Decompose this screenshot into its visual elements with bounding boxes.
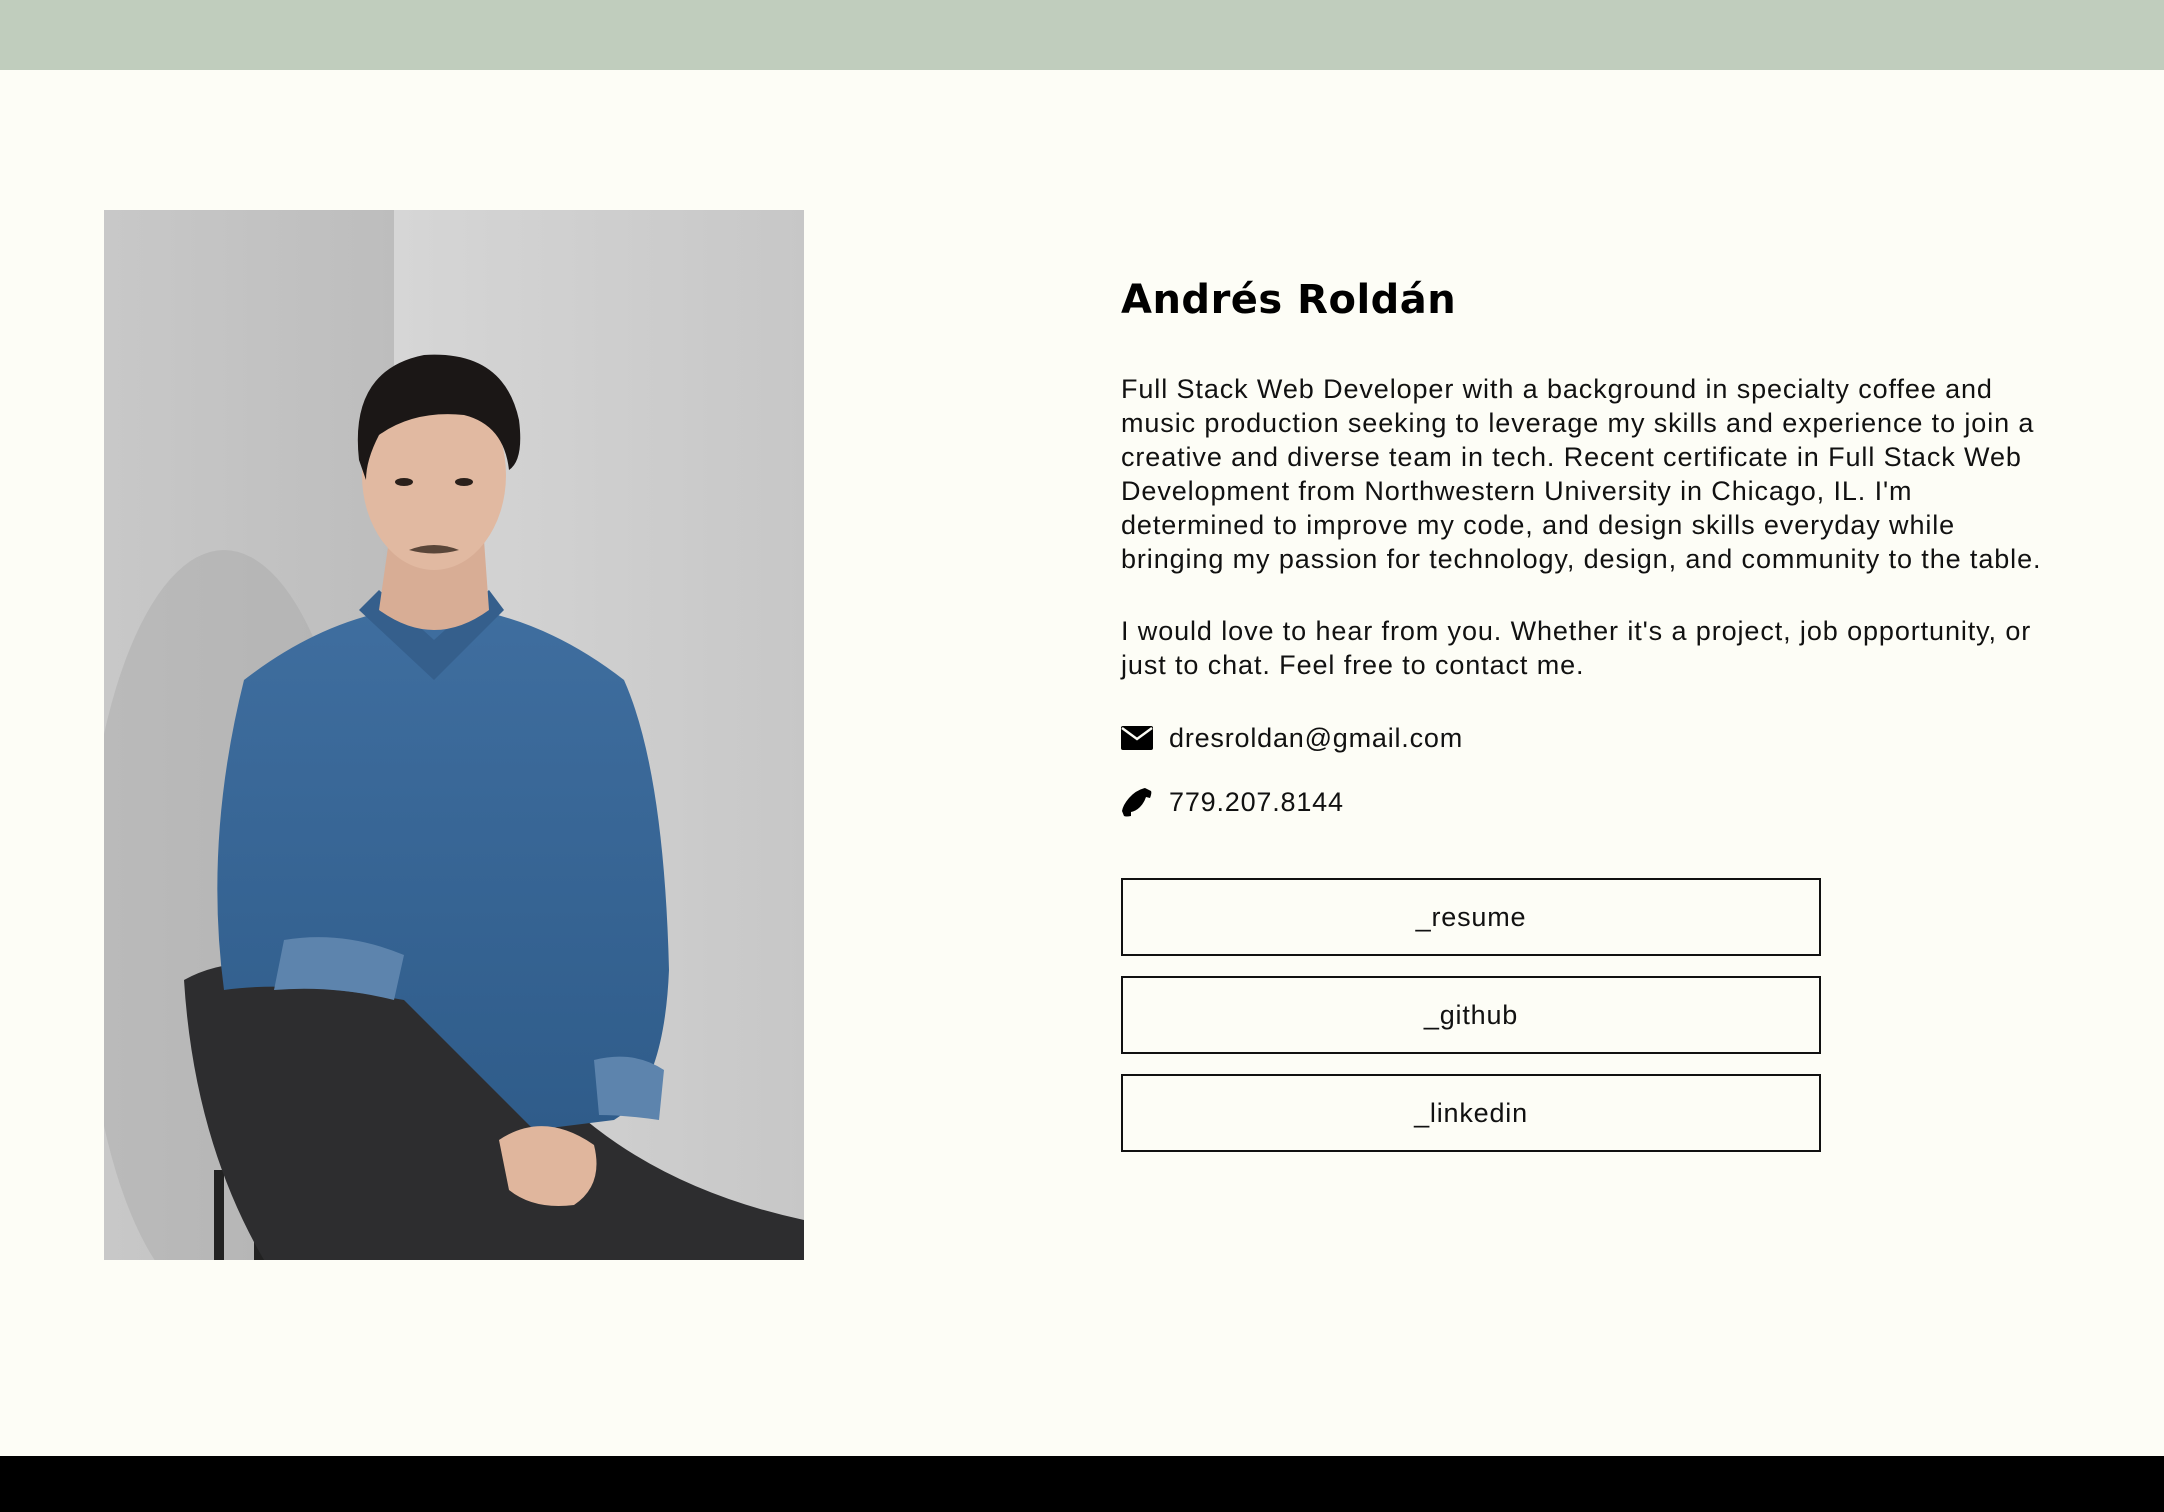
bottom-bar (0, 1456, 2164, 1512)
profile-photo (104, 210, 804, 1260)
profile-name: Andrés Roldán (1121, 277, 1457, 323)
email-text[interactable]: dresroldan@gmail.com (1169, 723, 1463, 754)
profile-bio: Full Stack Web Developer with a backgrou… (1121, 374, 2042, 574)
email-row[interactable]: dresroldan@gmail.com (1121, 718, 2051, 758)
phone-text[interactable]: 779.207.8144 (1169, 787, 1344, 818)
phone-icon (1121, 786, 1153, 818)
profile-info: Andrés Roldán Full Stack Web Developer w… (1121, 270, 2051, 1172)
link-buttons: _resume _github _linkedin (1121, 878, 1821, 1152)
phone-row[interactable]: 779.207.8144 (1121, 782, 2051, 822)
linkedin-button[interactable]: _linkedin (1121, 1074, 1821, 1152)
github-button[interactable]: _github (1121, 976, 1821, 1054)
envelope-icon (1121, 722, 1153, 754)
contact-blurb: I would love to hear from you. Whether i… (1121, 616, 2032, 680)
resume-button[interactable]: _resume (1121, 878, 1821, 956)
top-bar (0, 0, 2164, 70)
